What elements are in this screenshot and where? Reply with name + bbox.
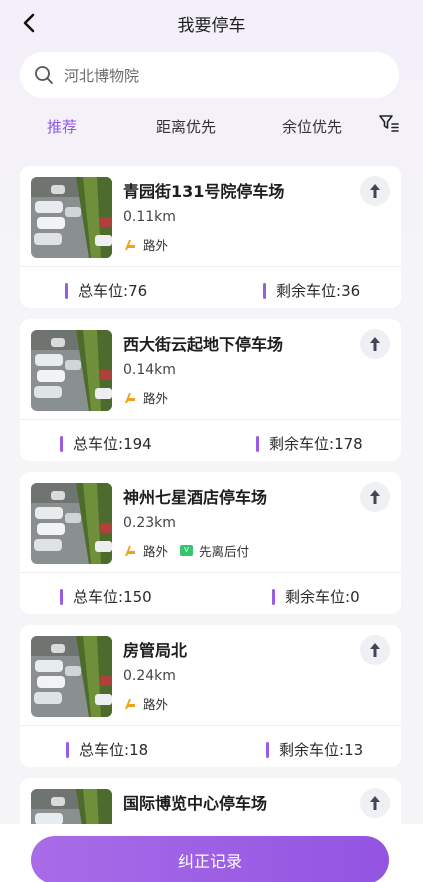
stat-marker bbox=[272, 588, 275, 605]
navigate-button[interactable] bbox=[360, 482, 390, 512]
remaining-spaces-label: 剩余车位: bbox=[269, 435, 335, 453]
parking-lot-distance: 0.11km bbox=[123, 209, 176, 225]
tab-space-first[interactable]: 余位优先 bbox=[282, 116, 342, 137]
remaining-spaces-value: 13 bbox=[344, 740, 364, 759]
parking-lot-distance: 0.23km bbox=[123, 515, 176, 531]
search-input[interactable]: 河北博物院 bbox=[20, 52, 399, 98]
parking-lot-name: 西大街云起地下停车场 bbox=[123, 335, 284, 354]
parking-type-label: 路外 bbox=[143, 697, 169, 712]
total-spaces: 总车位: 18 bbox=[66, 739, 148, 760]
tab-distance-first[interactable]: 距离优先 bbox=[156, 116, 216, 137]
parking-type-label: 路外 bbox=[143, 238, 169, 253]
parking-lot-tags: 路外 bbox=[123, 694, 168, 713]
card-divider bbox=[20, 419, 401, 420]
parking-type-label: 路外 bbox=[143, 544, 169, 559]
card-divider bbox=[20, 572, 401, 573]
search-text: 河北博物院 bbox=[64, 66, 140, 85]
stat-marker bbox=[66, 741, 69, 758]
parking-tag-icon bbox=[125, 545, 135, 556]
remaining-spaces: 剩余车位: 178 bbox=[256, 433, 363, 454]
filter-icon[interactable] bbox=[378, 112, 400, 134]
navigate-arrow-icon bbox=[370, 796, 380, 810]
page-title: 我要停车 bbox=[177, 16, 246, 36]
pay-later-tag: V 先离后付 bbox=[180, 541, 249, 560]
stat-marker bbox=[60, 588, 63, 605]
total-spaces-value: 150 bbox=[123, 587, 152, 606]
stat-marker bbox=[263, 282, 266, 299]
remaining-spaces: 剩余车位: 0 bbox=[272, 586, 360, 607]
navigate-button[interactable] bbox=[360, 635, 390, 665]
parking-lot-card[interactable]: 房管局北 0.24km 路外 总车位: 18 剩余车位: 13 bbox=[20, 625, 401, 767]
stat-marker bbox=[60, 435, 63, 452]
parking-lot-name: 神州七星酒店停车场 bbox=[123, 488, 268, 507]
total-spaces-label: 总车位: bbox=[79, 741, 130, 759]
total-spaces-label: 总车位: bbox=[78, 282, 129, 300]
pay-later-icon: V bbox=[180, 545, 194, 556]
parking-lot-distance: 0.24km bbox=[123, 668, 176, 684]
parking-lot-card[interactable]: 青园街131号院停车场 0.11km 路外 总车位: 76 剩余车位: 36 bbox=[20, 166, 401, 308]
stat-marker bbox=[266, 741, 269, 758]
navigate-arrow-icon bbox=[370, 490, 380, 504]
total-spaces-value: 18 bbox=[129, 740, 149, 759]
remaining-spaces-label: 剩余车位: bbox=[279, 741, 345, 759]
parking-lot-card[interactable]: 西大街云起地下停车场 0.14km 路外 总车位: 194 剩余车位: 178 bbox=[20, 319, 401, 461]
parking-lot-photo bbox=[31, 483, 112, 564]
parking-lot-tags: 路外 bbox=[123, 235, 168, 254]
parking-lot-photo bbox=[31, 177, 112, 258]
navigate-button[interactable] bbox=[360, 788, 390, 818]
parking-tag-icon bbox=[125, 698, 135, 709]
stat-marker bbox=[256, 435, 259, 452]
search-icon bbox=[35, 66, 53, 84]
navigate-arrow-icon bbox=[370, 643, 380, 657]
pay-later-label: 先离后付 bbox=[199, 544, 250, 559]
parking-lot-name: 国际博览中心停车场 bbox=[123, 794, 268, 813]
parking-lot-name: 青园街131号院停车场 bbox=[123, 182, 285, 201]
parking-lot-distance: 0.14km bbox=[123, 362, 176, 378]
top-bar: 我要停车 bbox=[0, 0, 423, 44]
card-divider bbox=[20, 725, 401, 726]
parking-lot-name: 房管局北 bbox=[123, 641, 188, 660]
stat-marker bbox=[65, 282, 68, 299]
parking-lot-card[interactable]: 神州七星酒店停车场 0.23km 路外 V 先离后付 总车位: 150 剩余车位… bbox=[20, 472, 401, 614]
parking-lot-tags: 路外 V 先离后付 bbox=[123, 541, 249, 560]
parking-lot-photo bbox=[31, 330, 112, 411]
total-spaces-value: 194 bbox=[123, 434, 152, 453]
total-spaces: 总车位: 150 bbox=[60, 586, 152, 607]
parking-type-label: 路外 bbox=[143, 391, 169, 406]
remaining-spaces-label: 剩余车位: bbox=[285, 588, 351, 606]
navigate-button[interactable] bbox=[360, 176, 390, 206]
tab-recommend[interactable]: 推荐 bbox=[47, 116, 77, 137]
navigate-button[interactable] bbox=[360, 329, 390, 359]
correction-record-button[interactable]: 纠正记录 bbox=[31, 836, 389, 882]
remaining-spaces: 剩余车位: 13 bbox=[266, 739, 363, 760]
remaining-spaces-value: 36 bbox=[341, 281, 361, 300]
filter-tabs: 推荐 距离优先 余位优先 bbox=[0, 112, 423, 142]
navigate-arrow-icon bbox=[370, 337, 380, 351]
remaining-spaces-label: 剩余车位: bbox=[276, 282, 342, 300]
card-divider bbox=[20, 266, 401, 267]
total-spaces: 总车位: 194 bbox=[60, 433, 152, 454]
remaining-spaces: 剩余车位: 36 bbox=[263, 280, 360, 301]
parking-tag-icon bbox=[125, 392, 135, 403]
total-spaces-value: 76 bbox=[128, 281, 148, 300]
total-spaces-label: 总车位: bbox=[73, 435, 124, 453]
remaining-spaces-value: 0 bbox=[350, 587, 360, 606]
parking-tag-icon bbox=[125, 239, 135, 250]
navigate-arrow-icon bbox=[370, 184, 380, 198]
total-spaces: 总车位: 76 bbox=[65, 280, 147, 301]
total-spaces-label: 总车位: bbox=[73, 588, 124, 606]
parking-lot-photo bbox=[31, 636, 112, 717]
remaining-spaces-value: 178 bbox=[334, 434, 363, 453]
parking-lot-tags: 路外 bbox=[123, 388, 168, 407]
